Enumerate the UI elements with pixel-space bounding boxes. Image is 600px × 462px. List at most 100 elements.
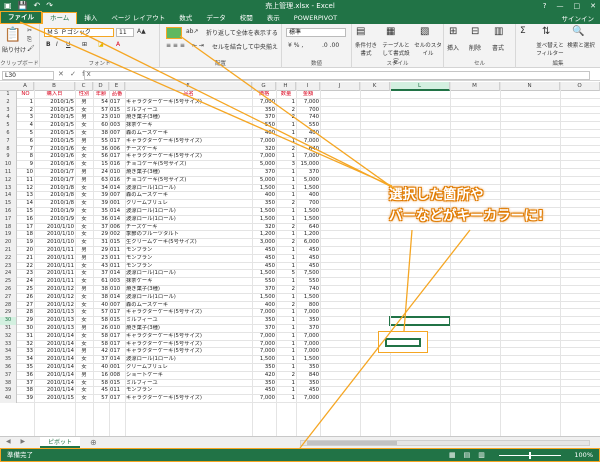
insert-cells-icon[interactable]: ⊞ (449, 26, 457, 37)
cell[interactable]: 7,000 (252, 333, 276, 341)
column-header-a[interactable]: A (17, 82, 34, 91)
cell[interactable]: 450 (252, 255, 276, 263)
cell[interactable]: 36 (17, 372, 34, 380)
cell[interactable]: 品名 (125, 91, 252, 99)
cell[interactable]: 13 (17, 192, 34, 200)
page-layout-view-icon[interactable]: ▤ (464, 451, 471, 459)
row-number[interactable]: 22 (0, 254, 17, 263)
cell[interactable]: 007 (109, 192, 125, 200)
cell[interactable]: 39 (17, 395, 34, 403)
column-header-d[interactable]: D (93, 82, 109, 91)
zoom-slider-thumb[interactable] (529, 452, 531, 459)
row-number[interactable]: 4 (0, 114, 17, 123)
cell[interactable]: 2010/1/13 (34, 325, 75, 333)
cell[interactable]: 740 (296, 286, 320, 294)
cell[interactable]: 2010/1/5 (34, 138, 75, 146)
row-number[interactable]: 33 (0, 340, 17, 349)
cell[interactable]: 男 (75, 169, 93, 177)
cell[interactable]: 3 (17, 114, 34, 122)
cell[interactable]: 抹茶ケーキ (125, 278, 252, 286)
cell[interactable]: 女 (75, 192, 93, 200)
cell[interactable]: 1,500 (252, 294, 276, 302)
cell[interactable]: 400 (296, 130, 320, 138)
cell[interactable]: 550 (252, 122, 276, 130)
row-number[interactable]: 31 (0, 325, 17, 333)
row-number[interactable]: 14 (0, 192, 17, 201)
cell[interactable]: 37 (93, 270, 109, 278)
worksheet-grid[interactable]: ABCDEFGHIJKLMNO 1 NO 購入日 性別 年齢 品番 品名 価格 数量 金額 2 1 20… (0, 82, 600, 436)
cell[interactable]: 420 (252, 372, 276, 380)
cell[interactable]: 20 (17, 247, 34, 255)
row-number[interactable]: 25 (0, 278, 17, 286)
cell[interactable]: 1 (276, 185, 296, 193)
cell[interactable]: 1,200 (252, 231, 276, 239)
cell[interactable]: 18 (17, 231, 34, 239)
cell[interactable]: 015 (109, 380, 125, 388)
cell[interactable]: 370 (252, 325, 276, 333)
cell[interactable]: 370 (296, 325, 320, 333)
cell[interactable]: 15 (93, 161, 109, 169)
column-header-h[interactable]: H (276, 82, 296, 91)
cell[interactable]: ミルフィーユ (125, 380, 252, 388)
cell[interactable]: 女 (75, 380, 93, 388)
cell[interactable]: 014 (109, 208, 125, 216)
paste-button[interactable]: 貼り付け (2, 45, 26, 54)
cell[interactable]: 2010/1/14 (34, 387, 75, 395)
sheet-nav-arrows[interactable]: ◀ ▶ (6, 438, 29, 445)
cell[interactable]: 001 (109, 364, 125, 372)
cell[interactable]: クリームブリュレ (125, 200, 252, 208)
cell[interactable]: 350 (252, 317, 276, 325)
cell[interactable]: 7,000 (296, 153, 320, 161)
cell[interactable]: 43 (93, 263, 109, 271)
cell[interactable]: 31 (93, 239, 109, 247)
row-number[interactable]: 34 (0, 348, 17, 357)
tab-insert[interactable]: 挿入 (77, 13, 104, 24)
cell[interactable]: 001 (109, 200, 125, 208)
column-header-m[interactable]: M (450, 82, 500, 91)
cell[interactable]: 017 (109, 153, 125, 161)
find-select-icon[interactable]: 🔍 (572, 26, 584, 37)
cell[interactable]: 740 (296, 114, 320, 122)
cell[interactable]: 7,000 (252, 153, 276, 161)
column-header-l[interactable]: L (390, 82, 450, 91)
row-number[interactable]: 29 (0, 309, 17, 318)
cell[interactable]: 女 (75, 122, 93, 130)
cell[interactable]: 2 (276, 239, 296, 247)
cell[interactable]: 36 (93, 216, 109, 224)
cell[interactable]: 2010/1/10 (34, 224, 75, 232)
cell[interactable]: 2010/1/9 (34, 208, 75, 216)
cell[interactable]: 女 (75, 270, 93, 278)
cell[interactable]: 700 (296, 200, 320, 208)
cell[interactable]: 1 (276, 208, 296, 216)
cell[interactable]: 女 (75, 387, 93, 395)
cell[interactable]: 2 (276, 372, 296, 380)
cell[interactable]: 2010/1/7 (34, 177, 75, 185)
cell[interactable]: キャラクターケーキ(5号サイズ) (125, 99, 252, 107)
cell[interactable]: 002 (109, 231, 125, 239)
cell[interactable]: 2010/1/14 (34, 356, 75, 364)
cell[interactable]: 15,000 (296, 161, 320, 169)
fill-color-icon[interactable]: ◪ (98, 41, 104, 48)
cell[interactable]: 女 (75, 309, 93, 317)
cell[interactable]: 800 (296, 302, 320, 310)
cell[interactable]: 55 (93, 138, 109, 146)
cell[interactable]: 1,500 (252, 216, 276, 224)
cell[interactable]: 2010/1/12 (34, 294, 75, 302)
cell[interactable]: 女 (75, 130, 93, 138)
cell[interactable]: 40 (93, 302, 109, 310)
cell[interactable]: 2010/1/5 (34, 122, 75, 130)
cell[interactable]: 2 (276, 286, 296, 294)
cell[interactable]: 1 (276, 348, 296, 356)
cell[interactable]: モンブラン (125, 387, 252, 395)
cell[interactable]: 34 (17, 356, 34, 364)
row-number[interactable]: 17 (0, 215, 17, 224)
cell[interactable]: 014 (109, 216, 125, 224)
cell[interactable]: 5,000 (296, 177, 320, 185)
cell[interactable]: 640 (296, 224, 320, 232)
cell[interactable]: 1 (276, 341, 296, 349)
cell[interactable]: 24 (93, 169, 109, 177)
cell[interactable]: 320 (252, 146, 276, 154)
cell[interactable]: 006 (109, 224, 125, 232)
cell[interactable]: 7,000 (252, 395, 276, 403)
cell[interactable]: 波涼ロール(1ロール) (125, 294, 252, 302)
